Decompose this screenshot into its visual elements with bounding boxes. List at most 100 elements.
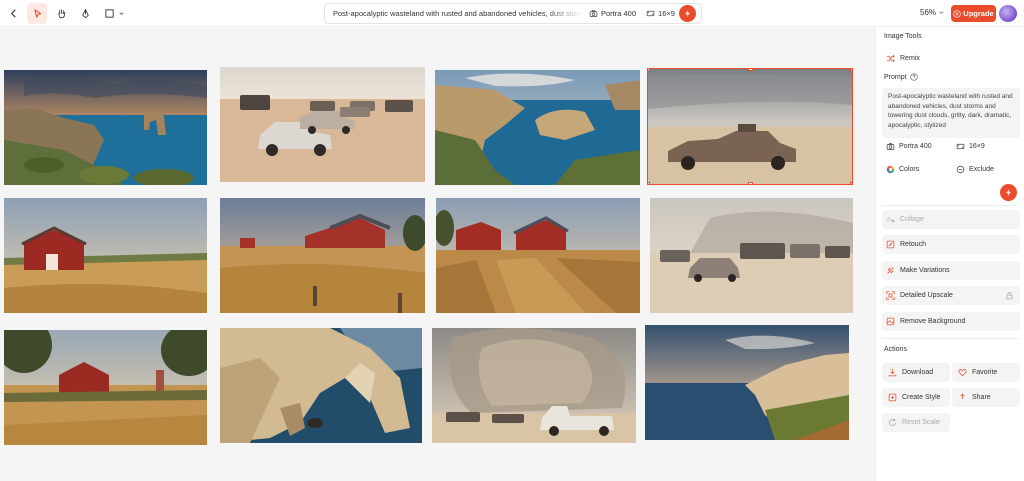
share-icon [960,393,965,399]
favorite-label: Favorite [972,369,998,376]
image-coastal-cliffs[interactable] [220,328,422,443]
bolt-icon [685,9,690,18]
help-icon[interactable] [909,73,918,81]
select-tool-button[interactable] [27,3,47,24]
resize-handle-tl[interactable] [648,69,650,71]
camera-icon [886,143,895,150]
lock-icon [1006,292,1013,300]
reset-icon [889,418,896,426]
reset-scale-label: Reset Scale [902,419,940,426]
image-sunset-cliffs[interactable] [645,325,849,440]
image-red-barn-field-1[interactable] [4,198,207,313]
top-toolbar: Post-apocalyptic wasteland with rusted a… [0,0,1024,27]
prompt-preview: Post-apocalyptic wasteland with rusted a… [333,9,583,18]
remix-icon [886,54,895,63]
remove-bg-icon [886,317,895,326]
resize-handle-b[interactable] [748,182,753,184]
resize-handle-br[interactable] [850,182,852,184]
favorite-button[interactable]: Favorite [952,363,1020,382]
chevron-down-icon [939,11,944,14]
image-red-barn-field-4[interactable] [4,330,207,445]
image-red-barn-field-3[interactable] [436,198,640,313]
pen-icon [81,8,89,19]
collage-label: Collage [900,216,924,223]
zoom-level: 56% [920,8,937,17]
ratio-chip[interactable]: 16×9 [646,9,675,18]
hand-tool-button[interactable] [52,3,70,24]
divider [882,338,1020,339]
image-wasteland-cars-1[interactable] [220,67,425,182]
colors-label: Colors [899,166,920,173]
prompt-pill[interactable]: Post-apocalyptic wasteland with rusted a… [324,3,702,24]
retouch-button[interactable]: Retouch [882,235,1020,254]
share-label: Share [972,394,991,401]
ratio-option[interactable]: 16×9 [956,142,985,151]
resize-handle-tr[interactable] [850,69,852,71]
download-button[interactable]: Download [882,363,950,382]
back-icon [10,9,16,18]
image-wasteland-car-selected[interactable] [647,68,853,185]
prompt-label: Prompt [884,73,907,81]
back-button[interactable] [4,3,22,24]
generate-button[interactable] [679,5,696,22]
film-chip[interactable]: Portra 400 [589,9,636,18]
make-variations-label: Make Variations [900,267,950,274]
prompt-textarea[interactable]: Post-apocalyptic wasteland with rusted a… [882,88,1020,138]
camera-icon [589,10,598,17]
exclude-icon [956,165,965,174]
colors-option[interactable]: Colors [886,165,919,174]
collage-icon [886,217,895,223]
film-label: Portra 400 [601,9,637,18]
palette-icon [886,165,895,174]
remix-button[interactable]: Remix [882,49,1020,68]
regenerate-button[interactable] [1000,184,1017,201]
ratio-label: 16×9 [658,9,675,18]
frame-tool-dropdown[interactable] [101,3,127,24]
image-coastal-arch-sunset[interactable] [4,70,207,185]
film-option[interactable]: Portra 400 [886,142,932,151]
bolt-icon [1006,188,1011,197]
image-dust-storm-trucks[interactable] [432,328,636,443]
resize-handle-bl[interactable] [648,182,650,184]
zoom-dropdown[interactable]: 56% [920,8,945,17]
exclude-option[interactable]: Exclude [956,165,994,174]
variations-icon [887,267,894,274]
reset-scale-button[interactable]: Reset Scale [882,413,950,432]
divider [882,205,1020,206]
retouch-label: Retouch [900,241,927,248]
frame-icon [104,9,114,18]
share-button[interactable]: Share [952,388,1020,407]
canvas[interactable] [0,28,875,481]
style-icon [888,393,897,402]
pen-tool-button[interactable] [76,3,94,24]
upscale-icon [886,291,895,300]
image-wasteland-cars-2[interactable] [650,198,853,313]
prompt-heading: Prompt [884,73,918,81]
avatar[interactable] [999,5,1017,22]
image-tools-panel: Image Tools Remix Prompt Post-apocalypti… [875,28,1024,481]
collage-button[interactable]: Collage [882,210,1020,229]
create-style-button[interactable]: Create Style [882,388,950,407]
resize-handle-t[interactable] [748,69,753,71]
download-icon [888,369,897,377]
image-coastal-cove[interactable] [435,70,640,185]
heart-icon [958,369,967,377]
film-option-label: Portra 400 [899,143,932,150]
remove-background-button[interactable]: Remove Background [882,312,1020,331]
chevron-down-icon [118,12,124,15]
detailed-upscale-button[interactable]: Detailed Upscale [882,286,1020,305]
create-style-label: Create Style [902,394,941,401]
pointer-icon [33,9,41,18]
aspect-icon [646,10,655,17]
image-tools-title: Image Tools [884,33,922,40]
hand-icon [57,9,65,19]
download-label: Download [902,369,934,376]
exclude-label: Exclude [969,166,994,173]
image-red-barn-field-2[interactable] [220,198,425,313]
make-variations-button[interactable]: Make Variations [882,261,1020,280]
upgrade-button[interactable]: Upgrade [951,5,996,22]
retouch-icon [886,240,895,249]
upgrade-label: Upgrade [963,9,994,18]
ratio-option-label: 16×9 [969,143,985,150]
remove-background-label: Remove Background [900,318,966,325]
